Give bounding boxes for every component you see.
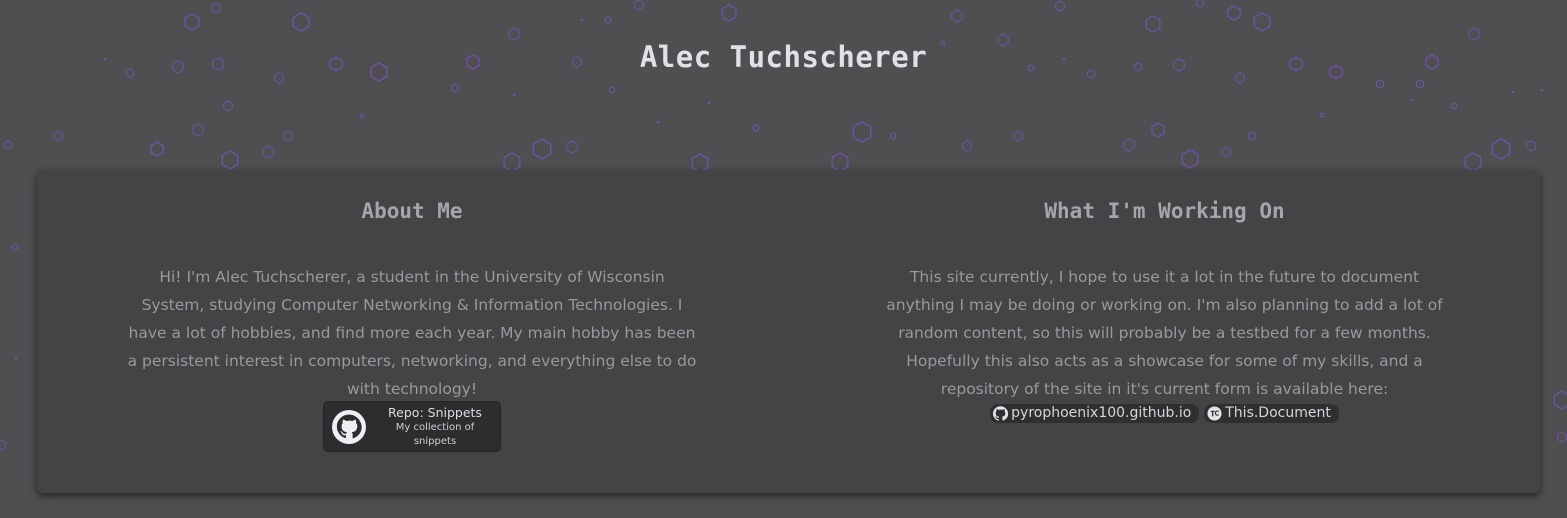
- decorative-hexagon: [1553, 390, 1567, 410]
- decorative-hexagon: [1235, 72, 1245, 84]
- decorative-hexagon: [1196, 0, 1204, 8]
- decorative-hexagon: [604, 16, 612, 24]
- decorative-hexagon: [283, 130, 293, 142]
- decorative-hexagon: [532, 138, 552, 160]
- decorative-hexagon: [1468, 27, 1480, 41]
- decorative-hexagon: [184, 13, 200, 31]
- about-text: Hi! I'm Alec Tuchscherer, a student in t…: [127, 268, 697, 398]
- decorative-dot: [1540, 88, 1544, 92]
- repo-snippets-card[interactable]: Repo: Snippets My collection of snippets: [323, 401, 501, 452]
- decorative-hexagon: [292, 12, 310, 32]
- decorative-hexagon: [852, 121, 872, 143]
- decorative-hexagon: [211, 2, 221, 14]
- github-pages-link[interactable]: pyrophoenix100.github.io: [990, 404, 1200, 423]
- decorative-dot: [707, 101, 711, 105]
- about-section: About Me Hi! I'm Alec Tuchscherer, a stu…: [127, 170, 697, 403]
- decorative-dot: [14, 356, 18, 360]
- decorative-hexagon: [359, 113, 365, 119]
- decorative-hexagon: [192, 123, 204, 137]
- decorative-hexagon: [1253, 12, 1271, 32]
- decorative-hexagon: [608, 86, 616, 94]
- content-card: About Me Hi! I'm Alec Tuchscherer, a stu…: [37, 170, 1540, 493]
- decorative-hexagon: [634, 0, 644, 11]
- github-icon: [993, 406, 1009, 421]
- decorative-hexagon: [721, 4, 737, 22]
- working-on-section: What I'm Working On This site currently,…: [877, 170, 1452, 431]
- decorative-hexagon: [1319, 112, 1325, 118]
- this-document-link-label: This.Document: [1225, 405, 1331, 421]
- decorative-hexagon: [1181, 149, 1199, 169]
- decorative-hexagon: [1151, 122, 1165, 138]
- repo-subtitle: My collection of snippets: [395, 421, 475, 447]
- github-pages-link-label: pyrophoenix100.github.io: [1011, 405, 1192, 421]
- decorative-dot: [512, 93, 516, 97]
- repo-card-text: Repo: Snippets My collection of snippets: [376, 405, 500, 449]
- decorative-hexagon: [11, 243, 19, 251]
- decorative-hexagon: [274, 72, 284, 84]
- decorative-hexagon: [951, 9, 963, 23]
- decorative-dot: [1511, 90, 1515, 94]
- about-heading: About Me: [361, 199, 463, 223]
- github-icon: [332, 409, 366, 444]
- decorative-hexagon: [4, 140, 12, 150]
- decorative-hexagon: [1055, 0, 1065, 12]
- this-document-link[interactable]: This.Document: [1204, 404, 1339, 423]
- decorative-hexagon: [1526, 140, 1536, 152]
- decorative-hexagon: [752, 124, 760, 132]
- decorative-hexagon: [508, 27, 520, 41]
- decorative-hexagon: [566, 140, 578, 154]
- decorative-hexagon: [1557, 431, 1567, 443]
- decorative-hexagon: [1013, 130, 1023, 142]
- decorative-dot: [656, 120, 660, 124]
- decorative-hexagon: [0, 439, 6, 451]
- decorative-dot: [580, 18, 584, 22]
- decorative-hexagon: [889, 132, 897, 140]
- working-on-text: This site currently, I hope to use it a …: [877, 263, 1452, 431]
- decorative-hexagon: [1416, 79, 1424, 89]
- decorative-hexagon: [503, 152, 521, 172]
- working-on-heading: What I'm Working On: [1044, 199, 1285, 223]
- page-title: Alec Tuchscherer: [639, 40, 928, 74]
- decorative-hexagon: [262, 145, 274, 159]
- decorative-hexagon: [223, 100, 233, 112]
- decorative-hexagon: [1221, 146, 1231, 158]
- document-logo-icon: [1207, 406, 1222, 421]
- decorative-hexagon: [1123, 138, 1135, 152]
- working-on-body: This site currently, I hope to use it a …: [886, 268, 1443, 398]
- decorative-hexagon: [221, 150, 239, 170]
- repo-title: Repo: Snippets: [388, 404, 482, 420]
- decorative-hexagon: [962, 140, 972, 152]
- decorative-hexagon: [1464, 152, 1482, 172]
- decorative-hexagon: [1248, 131, 1256, 141]
- decorative-dot: [1410, 98, 1414, 102]
- decorative-hexagon: [451, 83, 459, 93]
- decorative-hexagon: [1227, 5, 1241, 21]
- decorative-hexagon: [150, 141, 164, 157]
- decorative-hexagon: [1376, 79, 1384, 89]
- decorative-hexagon: [1145, 15, 1161, 33]
- decorative-hexagon: [831, 152, 849, 172]
- decorative-hexagon: [1450, 102, 1458, 110]
- decorative-hexagon: [1491, 138, 1511, 160]
- decorative-hexagon: [53, 130, 63, 142]
